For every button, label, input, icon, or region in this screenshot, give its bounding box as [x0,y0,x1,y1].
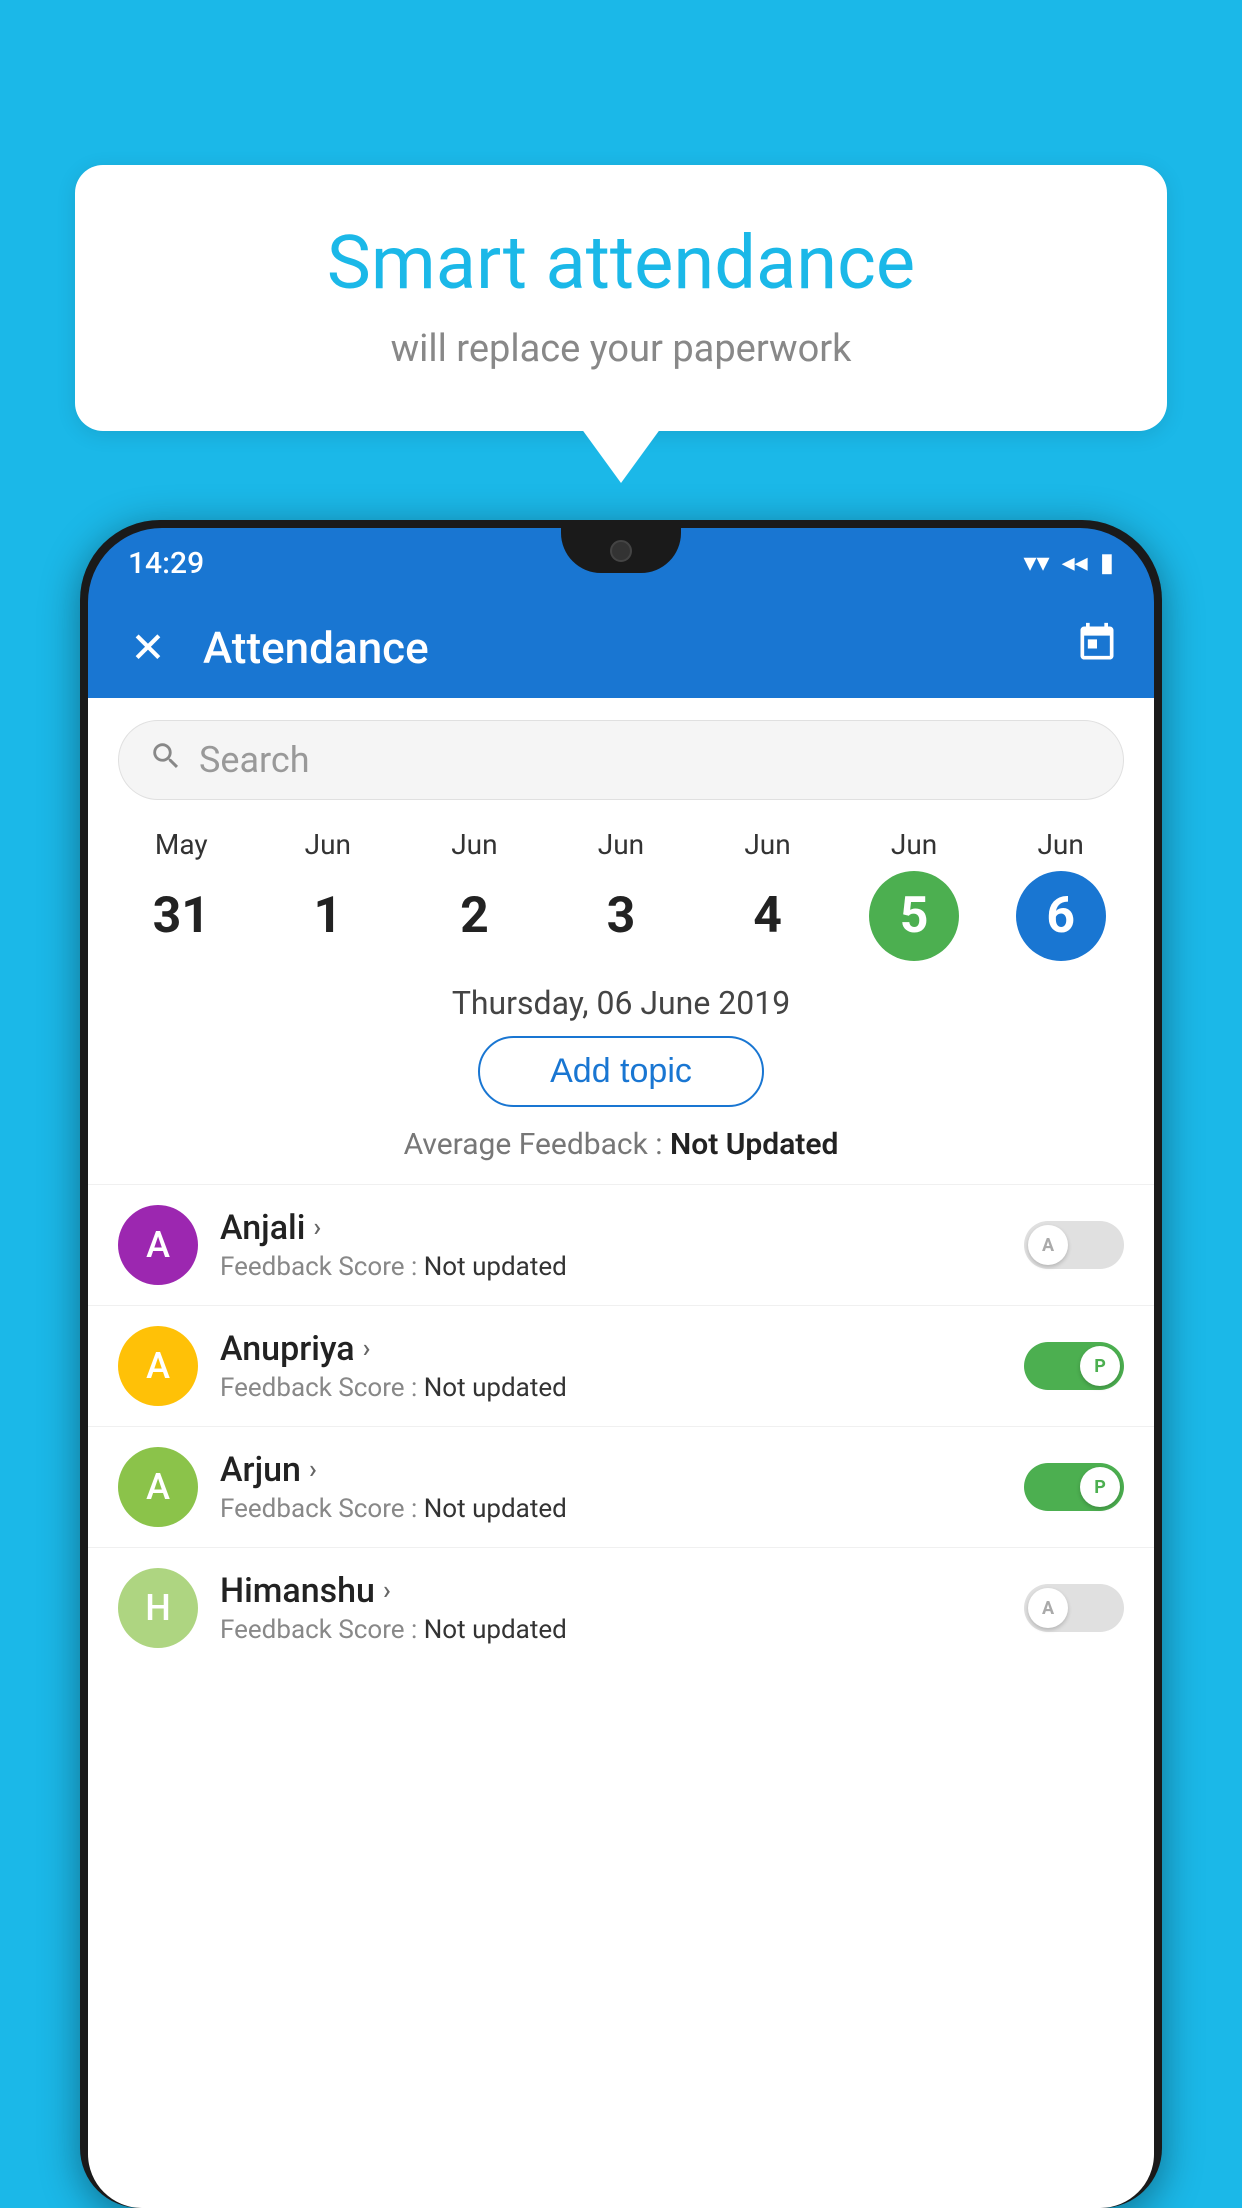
student-name: Himanshu › [220,1571,1002,1611]
toggle-track: P [1024,1463,1124,1511]
chevron-icon: › [313,1213,321,1243]
student-name-text: Himanshu [220,1571,375,1611]
search-placeholder: Search [199,739,310,781]
cal-month-label: Jun [891,828,937,861]
feedback-value: Not updated [424,1252,567,1282]
student-info: Arjun › Feedback Score : Not updated [220,1450,1002,1524]
cal-date-number[interactable]: 2 [429,871,519,961]
average-feedback: Average Feedback : Not Updated [88,1127,1154,1162]
student-name-text: Anupriya [220,1329,355,1369]
student-info: Anjali › Feedback Score : Not updated [220,1208,1002,1282]
cal-month-label: May [155,828,208,861]
toggle-thumb: P [1080,1467,1120,1507]
average-feedback-value: Not Updated [670,1127,838,1162]
student-item[interactable]: A Anjali › Feedback Score : Not updated A [88,1184,1154,1305]
app-bar: ✕ Attendance [88,598,1154,698]
status-icons: ▾▾ ◂◂ ▮ [1023,548,1114,578]
status-time: 14:29 [128,546,204,581]
add-topic-button[interactable]: Add topic [478,1036,764,1107]
calendar-day[interactable]: Jun 5 [859,828,969,961]
feedback-label: Feedback Score : [220,1494,424,1524]
cal-month-label: Jun [744,828,790,861]
feedback-label: Feedback Score : [220,1615,424,1645]
cal-month-label: Jun [1037,828,1083,861]
cal-month-label: Jun [451,828,497,861]
feedback-score: Feedback Score : Not updated [220,1252,1002,1282]
calendar-day[interactable]: Jun 3 [566,828,676,961]
calendar-day[interactable]: May 31 [126,828,236,961]
toggle-thumb: P [1080,1346,1120,1386]
cal-date-number[interactable]: 31 [136,871,226,961]
student-list: AAnjali›Feedback Score : Not updatedAAAn… [88,1184,1154,1668]
toggle-track: P [1024,1342,1124,1390]
search-icon [149,739,183,782]
calendar-row: May 31 Jun 1 Jun 2 Jun 3 Jun 4 Jun 5 Jun 6 [88,818,1154,966]
bubble-title: Smart attendance [135,220,1107,307]
avatar: A [118,1447,198,1527]
cal-month-label: Jun [305,828,351,861]
avatar: A [118,1205,198,1285]
student-info: Himanshu › Feedback Score : Not updated [220,1571,1002,1645]
calendar-day[interactable]: Jun 4 [713,828,823,961]
student-item[interactable]: A Arjun › Feedback Score : Not updated P [88,1426,1154,1547]
feedback-score: Feedback Score : Not updated [220,1373,1002,1403]
calendar-button[interactable] [1075,621,1119,675]
student-name-text: Anjali [220,1208,305,1248]
student-name: Anjali › [220,1208,1002,1248]
toggle-thumb: A [1028,1225,1068,1265]
calendar-day[interactable]: Jun 2 [419,828,529,961]
average-feedback-label: Average Feedback : [404,1127,670,1162]
phone-frame: 14:29 ▾▾ ◂◂ ▮ ✕ Attendance [80,520,1162,2208]
chevron-icon: › [363,1334,371,1364]
student-name: Arjun › [220,1450,1002,1490]
attendance-toggle[interactable]: A [1024,1221,1124,1269]
feedback-value: Not updated [424,1373,567,1403]
toggle-track: A [1024,1584,1124,1632]
battery-icon: ▮ [1100,548,1114,578]
avatar: H [118,1568,198,1648]
search-bar[interactable]: Search [118,720,1124,800]
cal-date-number[interactable]: 6 [1016,871,1106,961]
calendar-day[interactable]: Jun 1 [273,828,383,961]
camera-notch [610,540,632,562]
notch [561,528,681,573]
status-bar: 14:29 ▾▾ ◂◂ ▮ [88,528,1154,598]
feedback-value: Not updated [424,1494,567,1524]
signal-icon: ◂◂ [1062,548,1088,578]
feedback-score: Feedback Score : Not updated [220,1494,1002,1524]
selected-date-label: Thursday, 06 June 2019 [88,984,1154,1022]
chevron-icon: › [383,1576,391,1606]
student-name: Anupriya › [220,1329,1002,1369]
cal-date-number[interactable]: 1 [283,871,373,961]
wifi-icon: ▾▾ [1023,548,1049,578]
feedback-label: Feedback Score : [220,1373,424,1403]
student-item[interactable]: A Anupriya › Feedback Score : Not updated P [88,1305,1154,1426]
phone-inner: 14:29 ▾▾ ◂◂ ▮ ✕ Attendance [88,528,1154,2208]
screen-content: Search May 31 Jun 1 Jun 2 Jun 3 Jun 4 Jun 5 Jun 6 Thu… [88,698,1154,2208]
close-button[interactable]: ✕ [123,623,173,673]
student-name-text: Arjun [220,1450,301,1490]
feedback-value: Not updated [424,1615,567,1645]
feedback-score: Feedback Score : Not updated [220,1615,1002,1645]
attendance-toggle[interactable]: P [1024,1342,1124,1390]
toggle-thumb: A [1028,1588,1068,1628]
avatar: A [118,1326,198,1406]
bubble-subtitle: will replace your paperwork [135,327,1107,371]
speech-bubble: Smart attendance will replace your paper… [75,165,1167,431]
cal-date-number[interactable]: 3 [576,871,666,961]
student-info: Anupriya › Feedback Score : Not updated [220,1329,1002,1403]
cal-date-number[interactable]: 4 [723,871,813,961]
feedback-label: Feedback Score : [220,1252,424,1282]
student-item[interactable]: H Himanshu › Feedback Score : Not updated A [88,1547,1154,1668]
calendar-day[interactable]: Jun 6 [1006,828,1116,961]
cal-date-number[interactable]: 5 [869,871,959,961]
chevron-icon: › [309,1455,317,1485]
attendance-toggle[interactable]: A [1024,1584,1124,1632]
attendance-toggle[interactable]: P [1024,1463,1124,1511]
app-bar-title: Attendance [203,622,1045,674]
toggle-track: A [1024,1221,1124,1269]
cal-month-label: Jun [598,828,644,861]
